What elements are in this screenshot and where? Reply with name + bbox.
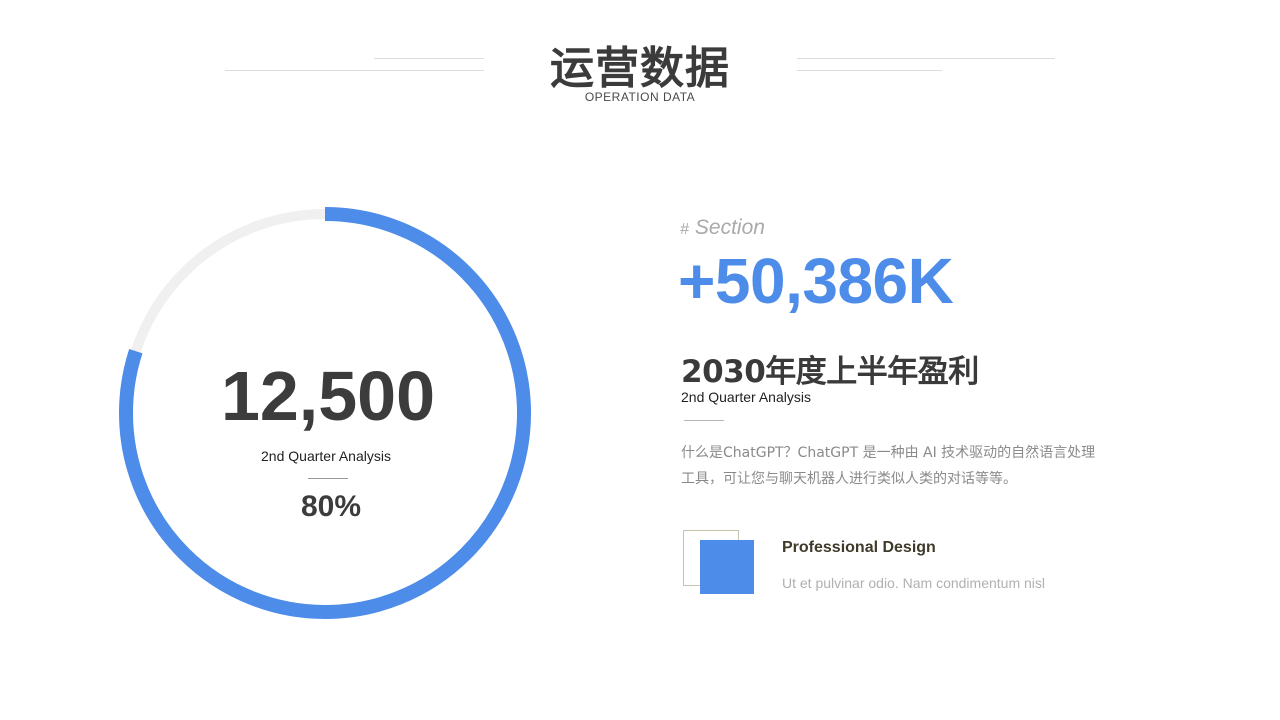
section-body-line: 工具，可让您与聊天机器人进行类似人类的对话等等。 (681, 471, 1017, 487)
header-rule-right-top (797, 58, 1055, 59)
header-rule-left-bottom (225, 70, 484, 71)
ring-label: 2nd Quarter Analysis (261, 448, 391, 464)
feature-description: Ut et pulvinar odio. Nam condimentum nis… (782, 575, 1046, 591)
headline-stat: +50,386K (678, 245, 954, 317)
ring-value: 12,500 (220, 357, 436, 435)
ring-divider (308, 478, 348, 479)
section-hash: # (680, 221, 689, 238)
ring-percent: 80% (300, 490, 362, 523)
section-divider (684, 420, 724, 421)
feature-title: Professional Design (782, 539, 936, 556)
section-tag-text: Section (694, 216, 765, 239)
page-title: 运营数据 (550, 43, 730, 94)
section-body-line: 什么是ChatGPT？ChatGPT 是一种由 AI 技术驱动的自然语言处理 (681, 445, 1096, 461)
section-body: 什么是ChatGPT？ChatGPT 是一种由 AI 技术驱动的自然语言处理 工… (681, 440, 1121, 492)
section-heading-sub: 2nd Quarter Analysis (681, 389, 811, 405)
page-subtitle: OPERATION DATA (584, 90, 696, 104)
section-tag: # Section (680, 216, 765, 240)
header-rule-right-bottom (797, 70, 942, 71)
section-heading: 2030年度上半年盈利 (681, 354, 979, 390)
feature-icon-square (700, 540, 754, 594)
header-rule-left-top (374, 58, 484, 59)
